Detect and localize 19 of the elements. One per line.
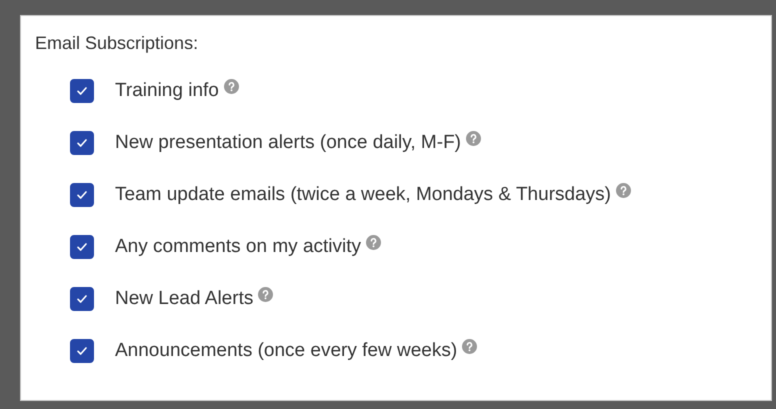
help-icon[interactable] [616, 182, 631, 198]
help-icon[interactable] [258, 286, 274, 302]
option-label: Any comments on my activity [115, 236, 362, 258]
checkbox[interactable] [70, 131, 94, 155]
help-icon[interactable] [366, 234, 382, 250]
checkbox[interactable] [70, 79, 94, 103]
help-icon[interactable] [224, 78, 239, 94]
option-label: Training info [115, 80, 219, 102]
checkbox[interactable] [70, 339, 94, 363]
option-label: Announcements (once every few weeks) [115, 340, 458, 362]
option-label: New presentation alerts (once daily, M-F) [115, 132, 461, 154]
option-label: New Lead Alerts [115, 288, 254, 310]
checkbox[interactable] [70, 235, 94, 259]
help-icon[interactable] [466, 130, 481, 146]
checkbox[interactable] [70, 287, 94, 311]
section-heading: Email Subscriptions: [35, 32, 200, 54]
help-icon[interactable] [462, 338, 478, 354]
checkbox[interactable] [70, 183, 94, 207]
option-label: Team update emails (twice a week, Mondays & Thursdays) [115, 184, 611, 206]
